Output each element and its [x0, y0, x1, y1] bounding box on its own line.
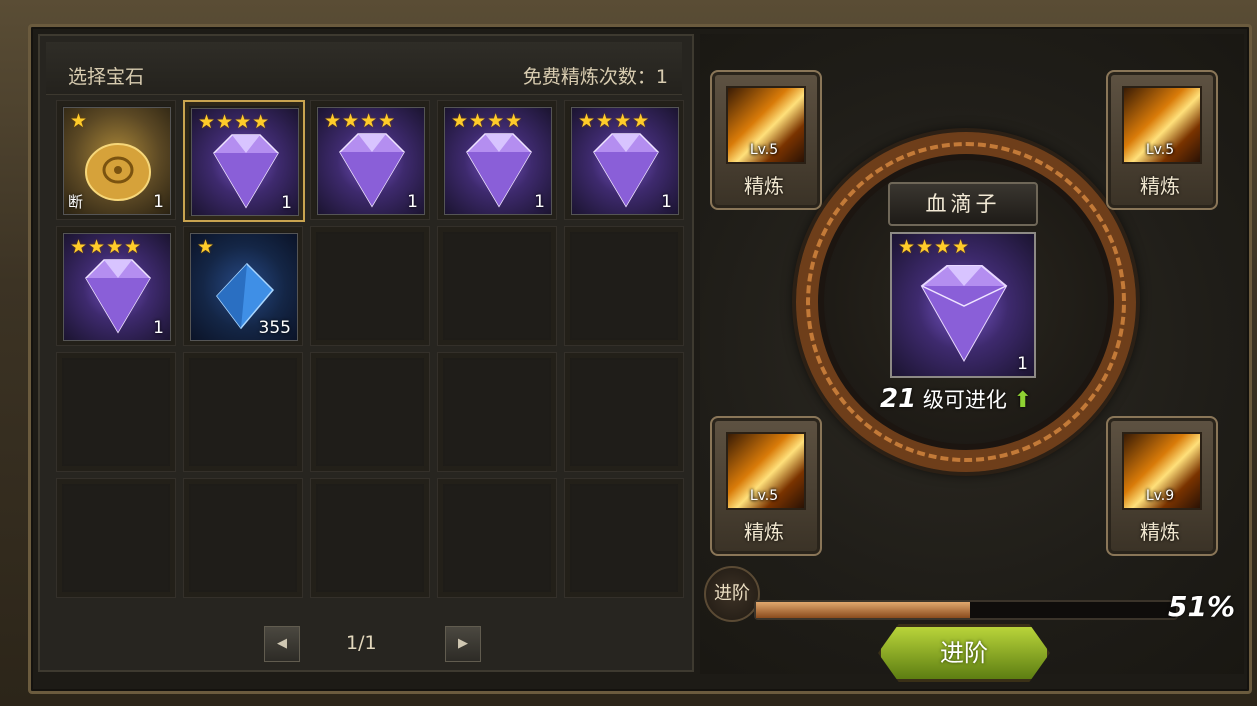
- refine-button[interactable]: 精炼: [1108, 516, 1212, 545]
- gem-slot[interactable]: ★ ★ ★ ★ 1: [437, 100, 557, 220]
- free-refine-count: 免费精炼次数：1: [522, 66, 668, 88]
- gem-slot[interactable]: [564, 478, 684, 598]
- gem-slot[interactable]: [564, 226, 684, 346]
- skill-level: Lv.5: [749, 142, 779, 158]
- gold-gem-item[interactable]: ★ 断 1: [63, 107, 171, 215]
- pager: ◀ 1/1 ▶: [40, 626, 692, 666]
- purple-gem-item[interactable]: ★ ★ ★ ★ 1: [571, 107, 679, 215]
- purple-gem-item[interactable]: ★ ★ ★ ★ 1: [317, 107, 425, 215]
- gem-slot[interactable]: ★ 断 1: [56, 100, 176, 220]
- skill-level: Lv.5: [749, 488, 779, 504]
- center-gem-stars: ★ ★ ★ ★: [898, 238, 969, 257]
- next-page-button[interactable]: ▶: [445, 626, 481, 662]
- purple-gem-icon: [213, 134, 279, 209]
- purple-gem-item[interactable]: ★ ★ ★ ★ 1: [63, 233, 171, 341]
- panel-title: 选择宝石: [68, 66, 145, 88]
- refine-button[interactable]: 精炼: [712, 516, 816, 545]
- blue-gem-item[interactable]: ★ 355: [190, 233, 298, 341]
- gem-slot[interactable]: [310, 352, 430, 472]
- gem-slot[interactable]: [310, 478, 430, 598]
- skill-slot-2[interactable]: Lv.5 精炼: [1106, 70, 1218, 210]
- item-count: 1: [281, 193, 292, 213]
- gem-slot[interactable]: ★ ★ ★ ★ 1: [183, 100, 305, 222]
- item-count: 1: [153, 192, 164, 212]
- skill-slot-3[interactable]: Lv.5 精炼: [710, 416, 822, 556]
- gem-slot[interactable]: ★ ★ ★ ★ 1: [310, 100, 430, 220]
- gem-slot[interactable]: [437, 226, 557, 346]
- evolve-requirement: 21 级可进化 ⬆: [880, 384, 1032, 414]
- purple-gem-item[interactable]: ★ ★ ★ ★ 1: [444, 107, 552, 215]
- item-tag: 断: [68, 193, 84, 211]
- item-count: 355: [258, 318, 291, 338]
- panel-header: 选择宝石 免费精炼次数：1: [46, 42, 682, 95]
- star-icon: ★: [898, 236, 916, 258]
- page-indicator: 1/1: [346, 632, 377, 654]
- gem-select-panel: 选择宝石 免费精炼次数：1 ★ 断 1 ★ ★ ★ ★ 1 ★ ★ ★ ★ 1 ★ ★ ★ ★ 1 ★ ★ ★ ★ 1 ★ ★ ★…: [38, 34, 694, 672]
- gem-slot[interactable]: [437, 352, 557, 472]
- item-count: 1: [153, 318, 164, 338]
- gem-slot[interactable]: [56, 478, 176, 598]
- skill-level: Lv.9: [1145, 488, 1175, 504]
- evolve-level: 21: [880, 384, 917, 414]
- progress-bar: [754, 600, 1178, 620]
- star-icon: ★: [934, 236, 952, 258]
- progress-label: 进阶: [704, 566, 760, 622]
- item-count: 1: [534, 192, 545, 212]
- purple-gem-item[interactable]: ★ ★ ★ ★ 1: [191, 108, 299, 216]
- advance-button[interactable]: 进阶: [878, 624, 1050, 682]
- refine-button[interactable]: 精炼: [1108, 170, 1212, 199]
- skill-slot-4[interactable]: Lv.9 精炼: [1106, 416, 1218, 556]
- purple-gem-icon: [593, 133, 659, 208]
- center-gem-item[interactable]: ★ ★ ★ ★ 1: [890, 232, 1036, 378]
- gem-slot[interactable]: ★ 355: [183, 226, 303, 346]
- item-count: 1: [407, 192, 418, 212]
- gem-slot[interactable]: ★ ★ ★ ★ 1: [564, 100, 684, 220]
- gem-slot[interactable]: [183, 478, 303, 598]
- purple-gem-icon: [466, 133, 532, 208]
- left-arrow-icon: ◀: [277, 636, 287, 651]
- item-count: 1: [661, 192, 672, 212]
- evolve-text: 级可进化: [922, 388, 1007, 412]
- right-arrow-icon: ▶: [458, 636, 468, 651]
- center-gem-count: 1: [1017, 354, 1028, 374]
- gem-slot[interactable]: [56, 352, 176, 472]
- progress-fill: [756, 602, 971, 618]
- prev-page-button[interactable]: ◀: [264, 626, 300, 662]
- gem-grid: ★ 断 1 ★ ★ ★ ★ 1 ★ ★ ★ ★ 1 ★ ★ ★ ★ 1 ★ ★ ★ ★ 1 ★ ★ ★ ★ 1 ★ 355: [56, 100, 684, 598]
- gem-slot[interactable]: ★ ★ ★ ★ 1: [56, 226, 176, 346]
- skill-level: Lv.5: [1145, 142, 1175, 158]
- gold-ore-icon: [85, 143, 151, 201]
- refine-button[interactable]: 精炼: [712, 170, 816, 199]
- gem-slot[interactable]: [564, 352, 684, 472]
- star-icon: ★: [952, 236, 970, 258]
- gem-slot[interactable]: [310, 226, 430, 346]
- gem-slot[interactable]: [437, 478, 557, 598]
- purple-gem-icon: [920, 265, 1008, 363]
- skill-slot-1[interactable]: Lv.5 精炼: [710, 70, 822, 210]
- green-up-arrow-icon: ⬆: [1013, 388, 1032, 413]
- star-icon: ★: [916, 236, 934, 258]
- weapon-name-plate: 血滴子: [888, 182, 1038, 226]
- purple-gem-icon: [339, 133, 405, 208]
- gem-slot[interactable]: [183, 352, 303, 472]
- purple-gem-icon: [85, 259, 151, 334]
- progress-percent: 51%: [1168, 590, 1236, 623]
